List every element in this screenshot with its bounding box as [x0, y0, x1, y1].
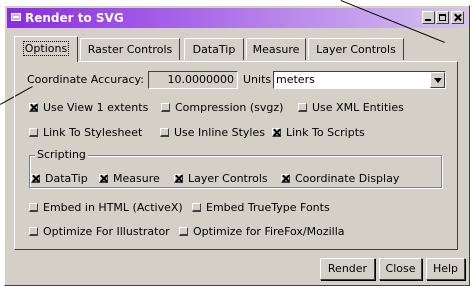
tab-datatip-label: DataTip [192, 43, 236, 56]
tab-layer-controls-label: Layer Controls [316, 43, 396, 56]
help-button[interactable]: Help [426, 258, 465, 280]
tab-measure[interactable]: Measure [246, 38, 306, 60]
tab-raster-controls-label: Raster Controls [87, 43, 173, 56]
close-button[interactable]: Close [379, 258, 422, 280]
close-icon[interactable] [451, 11, 464, 24]
render-button[interactable]: Render [320, 258, 375, 280]
tab-layer-controls[interactable]: Layer Controls [308, 38, 404, 60]
tab-options-label: Options [22, 41, 70, 56]
window-menu-icon[interactable] [11, 13, 21, 21]
tab-options[interactable]: Options [14, 36, 78, 62]
tab-measure-label: Measure [252, 43, 300, 56]
tab-raster-controls[interactable]: Raster Controls [80, 38, 180, 60]
title-bar[interactable]: Render to SVG [7, 8, 467, 28]
tab-datatip[interactable]: DataTip [184, 38, 244, 60]
options-panel [14, 61, 458, 250]
maximize-icon[interactable] [436, 11, 449, 24]
window-title: Render to SVG [25, 11, 124, 25]
minimize-icon[interactable] [422, 11, 435, 24]
screenshot-stage: Render to SVG Options Raster Controls Da… [0, 0, 472, 286]
